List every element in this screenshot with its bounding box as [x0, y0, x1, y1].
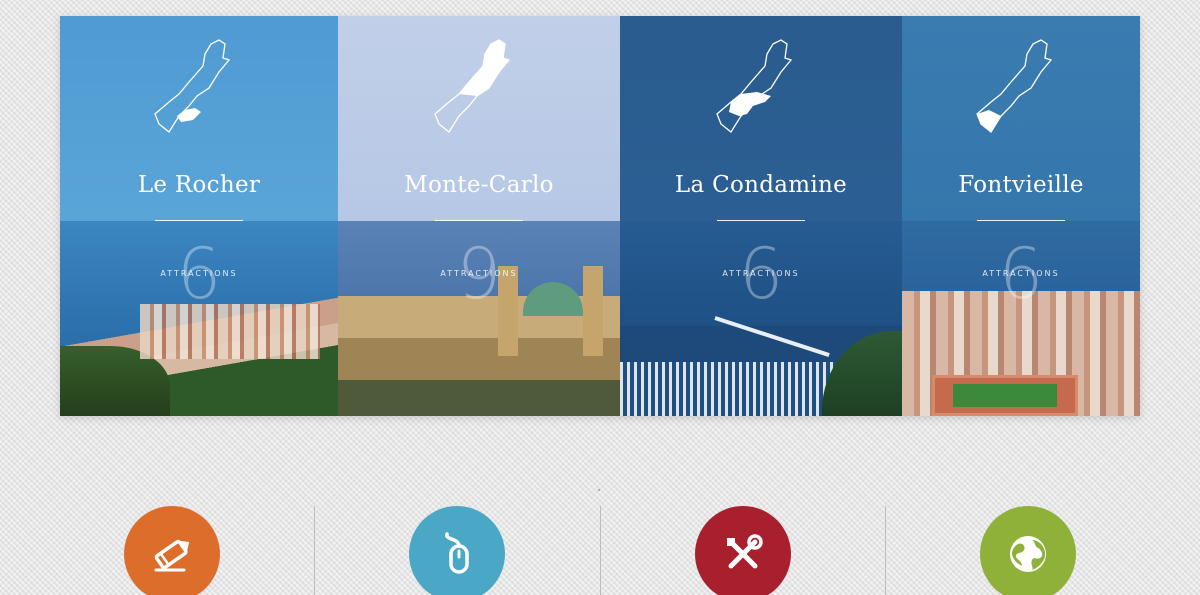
district-panel-fontvieille[interactable]: Fontvieille 6 ATTRACTIONS — [902, 16, 1140, 416]
attraction-label: ATTRACTIONS — [160, 269, 238, 278]
divider — [155, 220, 243, 221]
feature-row — [30, 490, 1170, 595]
attraction-count: 6 — [738, 233, 784, 315]
attraction-count: 9 — [456, 233, 502, 315]
attraction-count: 6 — [176, 233, 222, 315]
divider — [435, 220, 523, 221]
pencil-icon — [154, 539, 190, 572]
feature-click — [314, 506, 599, 595]
monaco-map-icon — [434, 39, 511, 133]
district-panel-monte-carlo[interactable]: Monte-Carlo 9 ATTRACTIONS — [338, 16, 620, 416]
tools-button[interactable] — [694, 506, 791, 595]
district-name: Monte-Carlo — [404, 172, 554, 198]
district-panel-le-rocher[interactable]: Le Rocher 6 ATTRACTIONS — [60, 16, 338, 416]
attraction-count: 6 — [998, 233, 1044, 315]
district-name: La Condamine — [674, 172, 848, 198]
monaco-map-icon — [976, 39, 1053, 133]
district-name: Le Rocher — [137, 172, 261, 198]
mouse-button[interactable] — [409, 506, 506, 595]
monaco-map-icon — [716, 39, 793, 133]
mouse-icon — [445, 532, 470, 574]
attraction-label: ATTRACTIONS — [440, 269, 518, 278]
attraction-label: ATTRACTIONS — [982, 269, 1060, 278]
attraction-label: ATTRACTIONS — [722, 269, 800, 278]
monaco-map-icon — [154, 39, 231, 133]
divider — [717, 220, 805, 221]
globe-button[interactable] — [979, 506, 1076, 595]
divider — [977, 220, 1065, 221]
district-name: Fontvieille — [958, 172, 1084, 198]
feature-web — [884, 506, 1170, 595]
globe-icon — [1009, 536, 1046, 572]
district-panel-la-condamine[interactable]: La Condamine 6 ATTRACTIONS — [620, 16, 902, 416]
pencil-button[interactable] — [124, 506, 221, 595]
district-panels: Le Rocher 6 ATTRACTIONS Monte-Carlo 9 AT… — [60, 16, 1140, 416]
tools-icon — [726, 534, 763, 569]
feature-tools — [599, 506, 885, 595]
feature-edit — [30, 490, 314, 595]
